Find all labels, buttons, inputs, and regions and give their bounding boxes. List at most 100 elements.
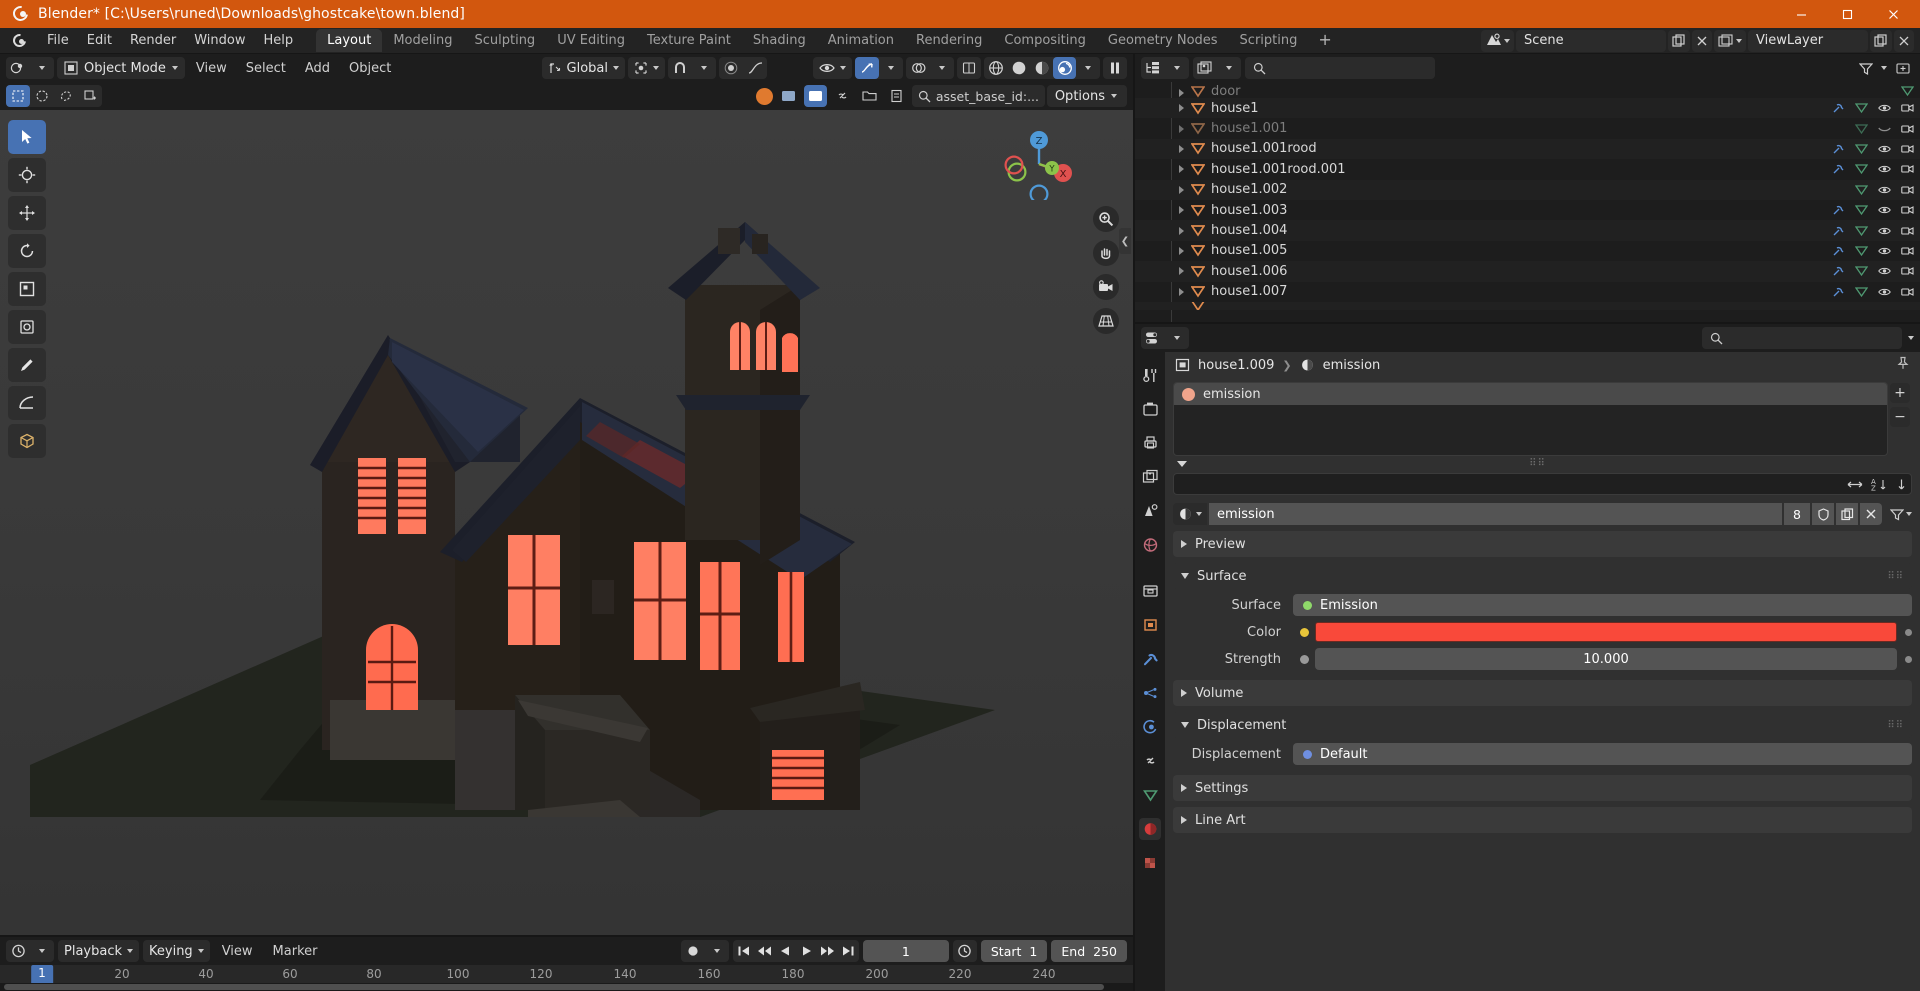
tab-collection[interactable]	[1139, 580, 1161, 602]
mesh-triangle-icon[interactable]	[1855, 163, 1868, 175]
animate-property-icon[interactable]	[1905, 628, 1912, 636]
tab-scene[interactable]	[1139, 500, 1161, 522]
menu-window[interactable]: Window	[185, 31, 254, 50]
material-browse-button[interactable]	[1173, 503, 1207, 525]
tab-layout[interactable]: Layout	[316, 29, 383, 52]
add-material-slot-button[interactable]: +	[1890, 383, 1910, 403]
auto-key-toggle[interactable]	[952, 940, 977, 962]
select-circle-button[interactable]	[30, 85, 54, 107]
snap-pivot-dropdown[interactable]	[628, 57, 665, 79]
asset-folder-button[interactable]	[858, 85, 881, 107]
scene-browse-button[interactable]	[1481, 29, 1514, 52]
camera-icon[interactable]	[1901, 286, 1914, 298]
toggle-xray-button[interactable]	[957, 57, 981, 79]
outliner-row-house1-001rood-001[interactable]: house1.001rood.001	[1135, 159, 1920, 179]
tab-world[interactable]	[1139, 534, 1161, 556]
tool-scale[interactable]	[8, 272, 46, 306]
shading-material-preview-button[interactable]	[1030, 57, 1053, 79]
timeline-ruler[interactable]: 1 20 40 60 80 100 120 140 160 180 200 22…	[0, 965, 1133, 985]
panel-surface[interactable]: Surface ⠿⠿	[1173, 563, 1912, 589]
camera-icon[interactable]	[1901, 225, 1914, 237]
3d-viewport[interactable]: Z X Y ❮	[0, 110, 1133, 935]
modifier-wrench-icon[interactable]	[1832, 143, 1845, 155]
eye-icon[interactable]	[1878, 184, 1891, 196]
unlink-scene-button[interactable]	[1692, 29, 1712, 52]
shading-rendered-button[interactable]	[1053, 57, 1076, 79]
mesh-triangle-icon[interactable]	[1855, 225, 1868, 237]
timeline-marker-menu[interactable]: Marker	[265, 942, 326, 961]
outliner-row-house1-001rood[interactable]: house1.001rood	[1135, 138, 1920, 160]
proportional-edit-toggle[interactable]	[719, 57, 743, 79]
panel-line-art[interactable]: Line Art	[1173, 807, 1912, 833]
tab-render[interactable]	[1139, 398, 1161, 420]
tool-add-cube[interactable]	[8, 424, 46, 458]
outliner-row-house1-007[interactable]: house1.007	[1135, 282, 1920, 302]
record-icon[interactable]	[681, 940, 705, 962]
blender-menu-logo-icon[interactable]	[10, 30, 32, 51]
eye-icon[interactable]	[1878, 265, 1891, 277]
keying-options-button[interactable]	[705, 940, 729, 962]
gizmo-options-button[interactable]	[879, 57, 903, 79]
close-button[interactable]	[1870, 0, 1916, 28]
next-keyframe-button[interactable]	[817, 940, 838, 962]
tab-constraints[interactable]	[1139, 750, 1161, 772]
editor-type-button[interactable]	[6, 57, 54, 79]
sort-alpha-icon[interactable]: A Z	[1871, 478, 1888, 491]
timeline-editor-type-button[interactable]	[6, 940, 54, 962]
properties-editor-type-button[interactable]	[1141, 327, 1189, 349]
shading-wireframe-button[interactable]	[984, 57, 1007, 79]
tab-shading[interactable]: Shading	[742, 29, 817, 52]
emission-strength-field[interactable]: 10.000	[1315, 648, 1897, 670]
jump-to-start-button[interactable]	[733, 940, 754, 962]
add-workspace-button[interactable]: +	[1308, 29, 1341, 53]
displacement-dropdown[interactable]: Default	[1293, 743, 1912, 765]
outliner-row-house1-001[interactable]: house1.001	[1135, 118, 1920, 138]
properties-search-input[interactable]	[1702, 327, 1902, 349]
modifier-wrench-icon[interactable]	[1832, 245, 1845, 257]
new-view-layer-button[interactable]	[1870, 29, 1892, 52]
snap-options-button[interactable]	[692, 57, 716, 79]
camera-icon[interactable]	[1901, 204, 1914, 216]
tool-rotate[interactable]	[8, 234, 46, 268]
outliner-row-door[interactable]: door	[1135, 84, 1920, 98]
panel-settings[interactable]: Settings	[1173, 775, 1912, 801]
tab-physics[interactable]	[1139, 716, 1161, 738]
modifier-wrench-icon[interactable]	[1832, 225, 1845, 237]
remove-view-layer-button[interactable]	[1894, 29, 1914, 52]
pan-icon[interactable]	[1093, 240, 1119, 266]
material-slot-filter-bar[interactable]: A Z	[1173, 473, 1912, 495]
mesh-triangle-icon[interactable]	[1855, 286, 1868, 298]
playhead[interactable]: 1	[31, 965, 53, 985]
tab-tool[interactable]	[1139, 364, 1161, 386]
tool-transform[interactable]	[8, 310, 46, 344]
asset-view-active-button[interactable]	[803, 85, 827, 107]
tab-sculpting[interactable]: Sculpting	[463, 29, 546, 52]
new-material-copy-button[interactable]	[1836, 503, 1858, 525]
falloff-dropdown[interactable]	[743, 57, 767, 79]
tab-texture-paint[interactable]: Texture Paint	[636, 29, 742, 52]
object-mode-dropdown[interactable]: Object Mode	[57, 57, 185, 79]
outliner-row-house1-002[interactable]: house1.002	[1135, 179, 1920, 200]
outliner-search-input[interactable]	[1245, 57, 1435, 79]
visibility-dropdown[interactable]	[813, 57, 852, 79]
panel-drag-handle[interactable]: ⠿⠿	[1191, 458, 1884, 469]
tab-object[interactable]	[1139, 614, 1161, 636]
viewport-menu-object[interactable]: Object	[341, 59, 399, 78]
panel-volume[interactable]: Volume	[1173, 680, 1912, 706]
panel-displacement[interactable]: Displacement ⠿⠿	[1173, 712, 1912, 738]
shading-solid-button[interactable]	[1007, 57, 1030, 79]
tab-material[interactable]	[1139, 818, 1161, 840]
outliner-filter-button[interactable]	[1854, 57, 1877, 79]
timeline-view-menu[interactable]: View	[214, 942, 261, 961]
scene-name-field[interactable]: Scene	[1516, 29, 1666, 52]
modifier-wrench-icon[interactable]	[1832, 265, 1845, 277]
menu-render[interactable]: Render	[121, 31, 185, 50]
eye-icon[interactable]	[1878, 163, 1891, 175]
eye-closed-icon[interactable]	[1878, 123, 1891, 135]
modifier-wrench-icon[interactable]	[1832, 204, 1845, 216]
timeline-keying-menu[interactable]: Keying	[143, 940, 210, 962]
camera-icon[interactable]	[1901, 245, 1914, 257]
camera-icon[interactable]	[1901, 184, 1914, 196]
surface-shader-dropdown[interactable]: Emission	[1293, 594, 1912, 616]
outliner-new-collection-button[interactable]	[1891, 57, 1914, 79]
